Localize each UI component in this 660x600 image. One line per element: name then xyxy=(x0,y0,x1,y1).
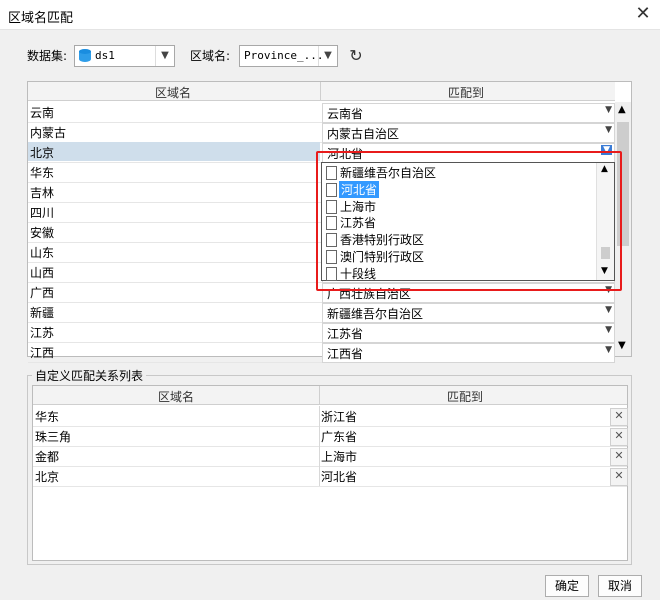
title-bar: 区域名匹配 ✕ xyxy=(0,0,660,30)
scroll-down-icon[interactable]: ▼ xyxy=(618,340,626,351)
region-name-cell[interactable]: 山东 xyxy=(28,242,320,261)
custom-match-value: 河北省 xyxy=(321,470,358,484)
region-name-text: 内蒙古 xyxy=(30,126,67,140)
chevron-down-icon[interactable]: ▼ xyxy=(605,305,612,315)
region-name-cell[interactable]: 广西 xyxy=(28,282,320,301)
chevron-down-icon[interactable]: ▼ xyxy=(318,46,337,66)
region-name-cell[interactable]: 安徽 xyxy=(28,222,320,241)
match-value: 云南省 xyxy=(327,107,364,121)
match-select[interactable]: 云南省 ▼ xyxy=(322,103,615,123)
custom-region-name: 华东 xyxy=(35,410,60,424)
match-value: 江西省 xyxy=(327,347,364,361)
region-name-text: 北京 xyxy=(30,146,55,160)
table-row[interactable]: 江西 江西省 ▼ xyxy=(28,342,615,363)
region-name-text: 山东 xyxy=(30,246,55,260)
match-select[interactable]: 江西省 ▼ xyxy=(322,343,615,363)
chevron-down-icon[interactable]: ▼ xyxy=(605,325,612,335)
table-row[interactable]: 江苏 江苏省 ▼ xyxy=(28,322,615,343)
region-name-text: 安徽 xyxy=(30,226,55,240)
scroll-up-icon[interactable]: ▲ xyxy=(618,104,626,115)
region-field-select[interactable]: Province_... ▼ xyxy=(239,45,338,67)
custom-region-name: 珠三角 xyxy=(35,430,72,444)
region-field-value: Province_... xyxy=(244,49,324,62)
custom-region-name: 北京 xyxy=(35,470,60,484)
region-name-text: 江苏 xyxy=(30,326,55,340)
region-name-cell[interactable]: 江西 xyxy=(28,342,320,361)
match-value: 江苏省 xyxy=(327,327,364,341)
database-icon xyxy=(79,49,91,63)
header-region-name: 区域名 xyxy=(155,86,192,100)
chevron-down-icon[interactable]: ▼ xyxy=(155,46,174,66)
dataset-value: ds1 xyxy=(95,49,115,62)
custom-match-value: 浙江省 xyxy=(321,410,358,424)
region-name-text: 吉林 xyxy=(30,186,55,200)
table-row[interactable]: 内蒙古 内蒙古自治区 ▼ xyxy=(28,122,615,143)
region-name-text: 云南 xyxy=(30,106,55,120)
region-name-text: 江西 xyxy=(30,346,55,360)
custom-region-name: 金都 xyxy=(35,450,60,464)
match-value: 内蒙古自治区 xyxy=(327,127,400,141)
annotation-highlight-box xyxy=(316,151,622,291)
dataset-select[interactable]: ds1 ▼ xyxy=(74,45,175,67)
region-name-cell[interactable]: 江苏 xyxy=(28,322,320,341)
cancel-button[interactable]: 取消 xyxy=(598,575,642,597)
chevron-down-icon[interactable]: ▼ xyxy=(605,105,612,115)
delete-row-icon[interactable]: ✕ xyxy=(610,448,628,466)
custom-table-row[interactable]: 金都 上海市 ✕ xyxy=(33,446,628,467)
region-name-text: 四川 xyxy=(30,206,55,220)
chevron-down-icon[interactable]: ▼ xyxy=(605,125,612,135)
custom-match-value: 广东省 xyxy=(321,430,358,444)
dataset-label: 数据集: xyxy=(27,49,68,63)
close-icon[interactable]: ✕ xyxy=(632,3,654,25)
window-title: 区域名匹配 xyxy=(8,11,74,26)
match-value: 新疆维吾尔自治区 xyxy=(327,307,424,321)
region-name-text: 山西 xyxy=(30,266,55,280)
delete-row-icon[interactable]: ✕ xyxy=(610,408,628,426)
match-select[interactable]: 内蒙古自治区 ▼ xyxy=(322,123,615,143)
region-name-cell[interactable]: 云南 xyxy=(28,102,320,121)
custom-table-row[interactable]: 华东 浙江省 ✕ xyxy=(33,406,628,427)
header-match-to: 匹配到 xyxy=(447,390,484,404)
region-name-cell[interactable]: 吉林 xyxy=(28,182,320,201)
match-select[interactable]: 江苏省 ▼ xyxy=(322,323,615,343)
table-row[interactable]: 新疆 新疆维吾尔自治区 ▼ xyxy=(28,302,615,323)
region-name-cell[interactable]: 四川 xyxy=(28,202,320,221)
custom-table-header: 区域名 匹配到 xyxy=(33,386,627,405)
group-title: 自定义匹配关系列表 xyxy=(32,367,147,384)
delete-row-icon[interactable]: ✕ xyxy=(610,428,628,446)
table-header: 区域名 匹配到 xyxy=(28,82,615,101)
region-label: 区域名: xyxy=(190,49,231,63)
custom-match-value: 上海市 xyxy=(321,450,358,464)
match-select[interactable]: 新疆维吾尔自治区 ▼ xyxy=(322,303,615,323)
header-region-name: 区域名 xyxy=(158,390,195,404)
custom-mapping-group: 自定义匹配关系列表 区域名 匹配到 华东 浙江省 ✕ 珠三角 广东省 ✕ 金都 上海市 ✕ 北京 河… xyxy=(27,367,632,565)
region-name-cell[interactable]: 山西 xyxy=(28,262,320,281)
region-name-cell[interactable]: 北京 xyxy=(28,142,320,161)
region-name-text: 华东 xyxy=(30,166,55,180)
region-name-text: 新疆 xyxy=(30,306,55,320)
ok-button[interactable]: 确定 xyxy=(545,575,589,597)
delete-row-icon[interactable]: ✕ xyxy=(610,468,628,486)
table-row[interactable]: 云南 云南省 ▼ xyxy=(28,102,615,123)
region-name-cell[interactable]: 华东 xyxy=(28,162,320,181)
custom-table-row[interactable]: 珠三角 广东省 ✕ xyxy=(33,426,628,447)
header-match-to: 匹配到 xyxy=(448,86,485,100)
refresh-icon[interactable]: ↻ xyxy=(346,46,366,66)
region-name-text: 广西 xyxy=(30,286,55,300)
custom-mapping-table: 区域名 匹配到 华东 浙江省 ✕ 珠三角 广东省 ✕ 金都 上海市 ✕ 北京 河北省 ✕ xyxy=(32,385,628,561)
chevron-down-icon[interactable]: ▼ xyxy=(605,345,612,355)
custom-table-row[interactable]: 北京 河北省 ✕ xyxy=(33,466,628,487)
region-name-cell[interactable]: 新疆 xyxy=(28,302,320,321)
region-name-cell[interactable]: 内蒙古 xyxy=(28,122,320,141)
